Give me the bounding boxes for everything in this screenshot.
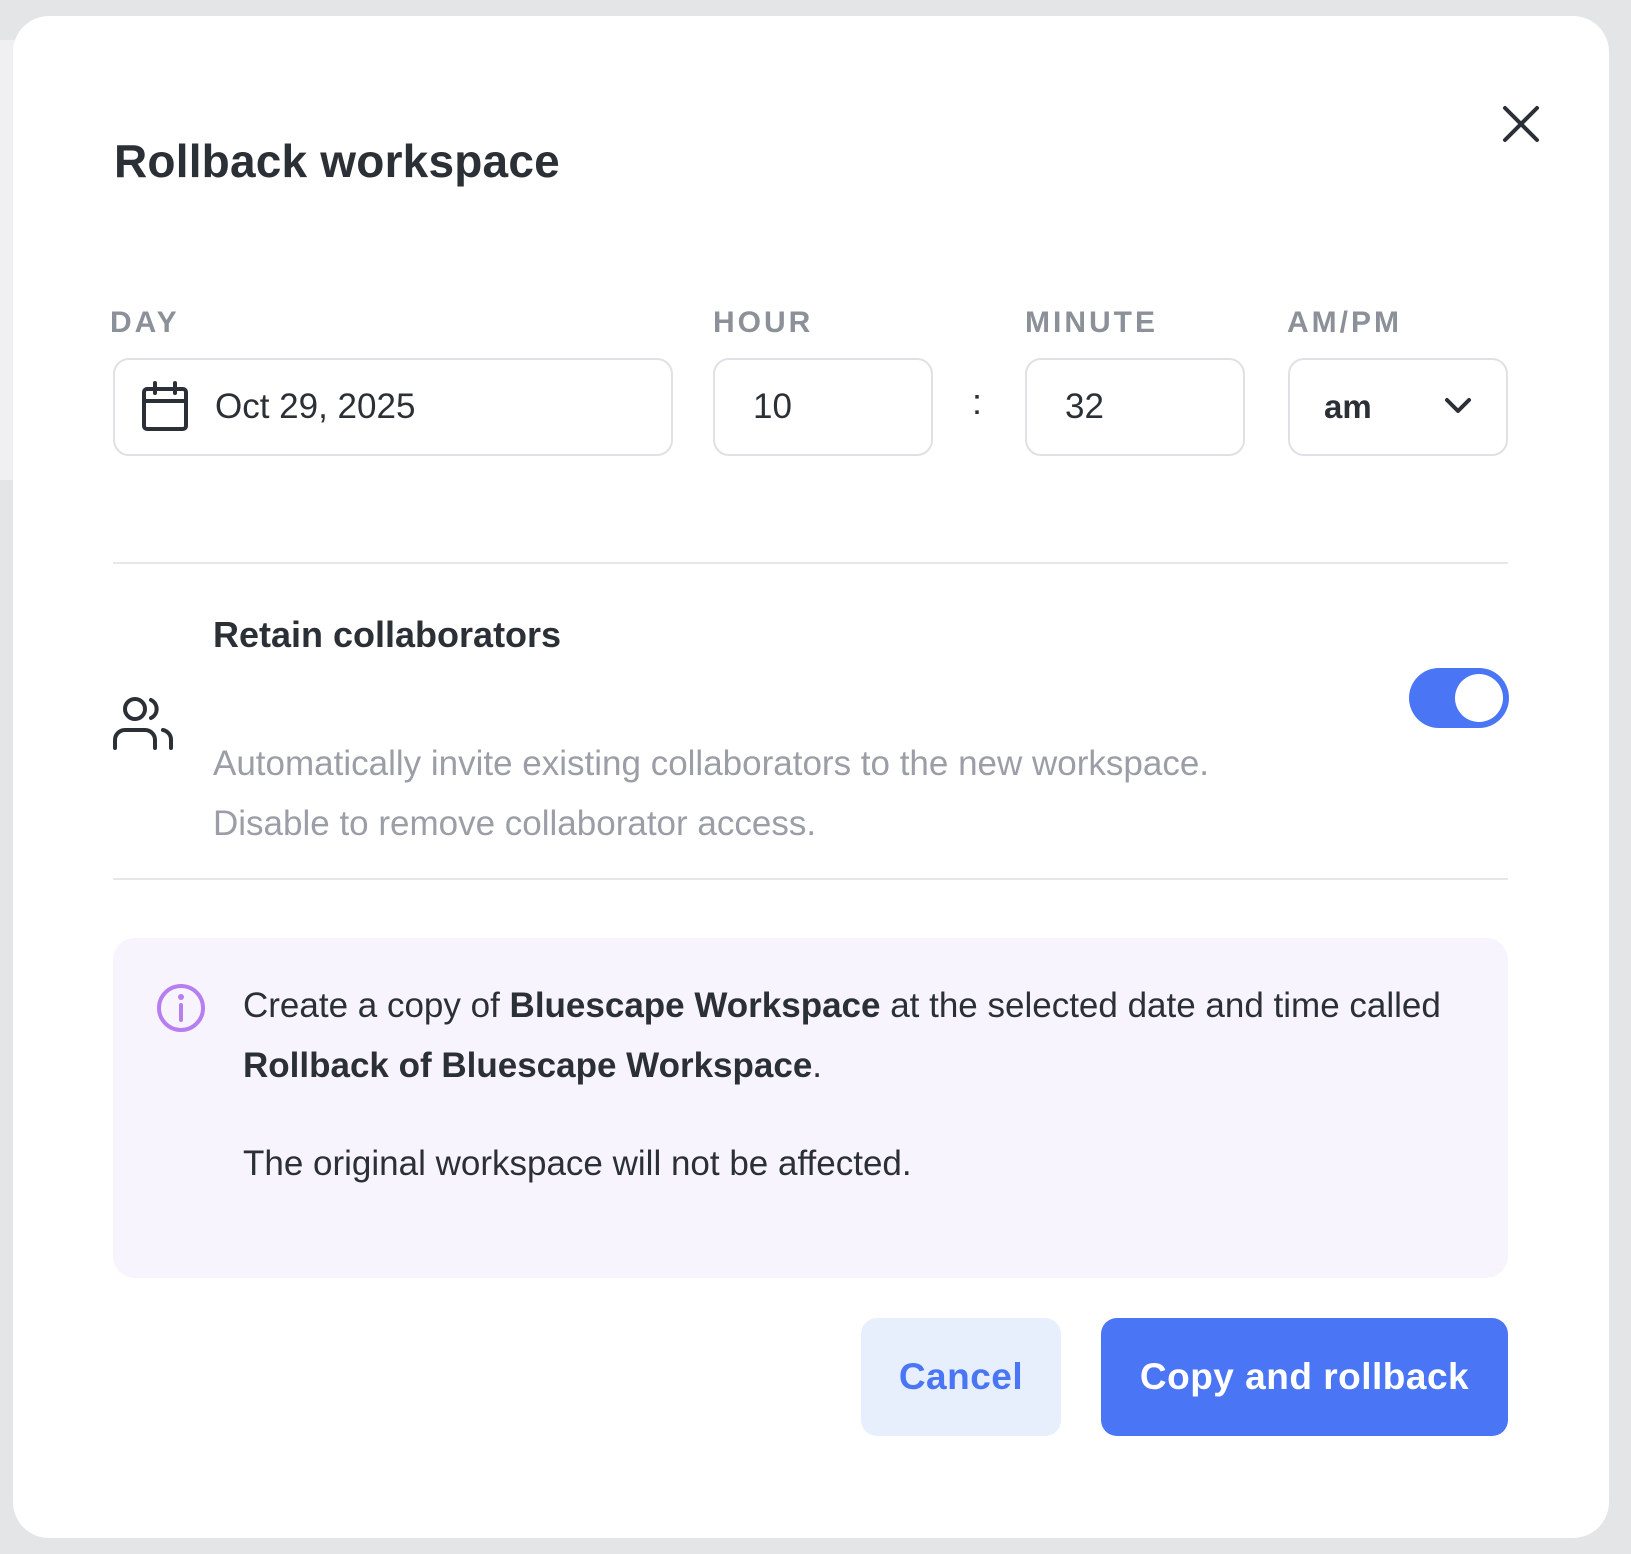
- minute-label: MINUTE: [1025, 306, 1158, 339]
- info-callout: Create a copy of Bluescape Workspace at …: [113, 938, 1508, 1278]
- close-icon: [1503, 106, 1539, 142]
- copy-and-rollback-button[interactable]: Copy and rollback: [1101, 1318, 1508, 1436]
- new-workspace-name: Rollback of Bluescape Workspace: [243, 1046, 813, 1085]
- ampm-value: am: [1324, 388, 1372, 425]
- divider-top: [113, 562, 1508, 564]
- hour-value: 10: [753, 387, 792, 426]
- calendar-icon: [141, 381, 189, 433]
- retain-description-line2: Disable to remove collaborator access.: [213, 804, 817, 843]
- toggle-knob: [1455, 674, 1503, 722]
- hour-label: HOUR: [713, 306, 814, 339]
- info-note: The original workspace will not be affec…: [243, 1144, 912, 1183]
- minute-input[interactable]: 32: [1025, 358, 1245, 456]
- ampm-label: AM/PM: [1287, 306, 1402, 339]
- rollback-dialog: Rollback workspace DAY HOUR MINUTE AM/PM…: [13, 16, 1609, 1538]
- info-text-middle: at the selected date and time called: [880, 986, 1441, 1025]
- workspace-name: Bluescape Workspace: [509, 986, 881, 1025]
- dialog-title: Rollback workspace: [114, 135, 560, 187]
- info-icon: [155, 982, 207, 1034]
- info-text-prefix: Create a copy of: [243, 986, 510, 1025]
- day-label: DAY: [110, 306, 180, 339]
- hour-input[interactable]: 10: [713, 358, 933, 456]
- chevron-down-icon: [1444, 396, 1472, 416]
- minute-value: 32: [1065, 387, 1104, 426]
- info-description: Create a copy of Bluescape Workspace at …: [243, 976, 1463, 1096]
- retain-description-line1: Automatically invite existing collaborat…: [213, 744, 1210, 783]
- divider-bottom: [113, 878, 1508, 880]
- retain-collaborators-title: Retain collaborators: [213, 614, 562, 655]
- users-icon: [111, 696, 175, 752]
- day-picker[interactable]: Oct 29, 2025: [113, 358, 673, 456]
- cancel-button[interactable]: Cancel: [861, 1318, 1061, 1436]
- ampm-select[interactable]: am: [1288, 358, 1508, 456]
- close-button[interactable]: [1493, 96, 1549, 152]
- day-value: Oct 29, 2025: [215, 387, 416, 426]
- info-text-suffix: .: [812, 1046, 823, 1085]
- retain-collaborators-description: Automatically invite existing collaborat…: [213, 734, 1333, 854]
- retain-collaborators-toggle[interactable]: [1409, 668, 1509, 728]
- time-separator: :: [972, 381, 983, 422]
